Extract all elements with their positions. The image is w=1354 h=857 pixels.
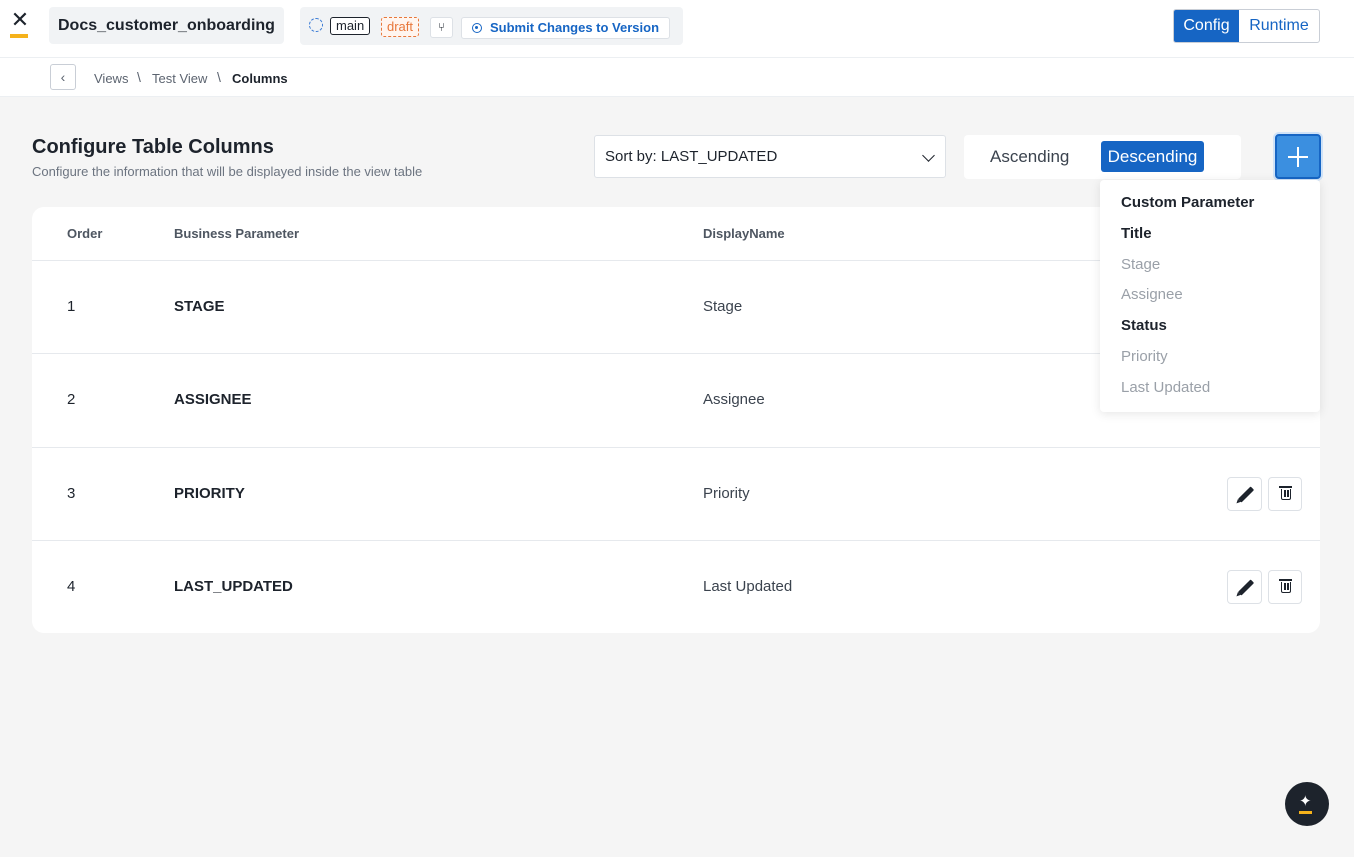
- back-button[interactable]: ‹: [50, 64, 76, 90]
- submit-changes-label: Submit Changes to Version: [490, 20, 660, 35]
- row-business-parameter: PRIORITY: [174, 485, 245, 502]
- breadcrumb: ‹ Views \ Test View \ Columns: [0, 58, 1354, 97]
- menu-item-last-updated: Last Updated: [1121, 379, 1211, 396]
- row-business-parameter: STAGE: [174, 298, 225, 315]
- row-order: 3: [67, 485, 76, 502]
- table-row: 4 LAST_UPDATED Last Updated: [32, 540, 1320, 633]
- row-business-parameter: LAST_UPDATED: [174, 578, 293, 595]
- pencil-icon: [1237, 579, 1255, 596]
- config-mode-button[interactable]: Config: [1174, 10, 1239, 42]
- header-display-name: DisplayName: [703, 226, 785, 241]
- app-name[interactable]: Docs_customer_onboarding: [49, 7, 284, 44]
- header-business-parameter: Business Parameter: [174, 226, 300, 241]
- page-subtitle: Configure the information that will be d…: [32, 164, 423, 179]
- runtime-mode-button[interactable]: Runtime: [1239, 10, 1319, 42]
- delete-column-button[interactable]: [1268, 477, 1302, 511]
- fab-accent-bar: [1299, 811, 1312, 814]
- table-row: 3 PRIORITY Priority: [32, 447, 1320, 540]
- ai-assistant-button[interactable]: ✦: [1285, 782, 1329, 826]
- app-logo-icon[interactable]: ✕: [10, 10, 30, 38]
- breadcrumb-columns: Columns: [232, 71, 288, 86]
- sort-by-value: Sort by: LAST_UPDATED: [605, 148, 778, 165]
- edit-column-button[interactable]: [1227, 477, 1262, 511]
- breadcrumb-test-view[interactable]: Test View: [152, 71, 207, 86]
- add-column-button[interactable]: [1275, 134, 1321, 179]
- row-order: 1: [67, 298, 76, 315]
- row-display-name: Assignee: [703, 391, 765, 408]
- version-group: main draft ⑂ Submit Changes to Version: [300, 7, 683, 45]
- radio-dot-icon: [472, 23, 482, 33]
- menu-item-assignee: Assignee: [1121, 286, 1183, 303]
- submit-changes-button[interactable]: Submit Changes to Version: [461, 17, 671, 39]
- row-display-name: Stage: [703, 298, 743, 315]
- row-display-name: Priority: [703, 485, 750, 502]
- row-order: 4: [67, 578, 76, 595]
- menu-item-title[interactable]: Title: [1121, 225, 1152, 242]
- branch-fork-icon[interactable]: ⑂: [430, 17, 453, 38]
- page-title: Configure Table Columns: [32, 136, 274, 158]
- sort-by-select[interactable]: Sort by: LAST_UPDATED: [594, 135, 946, 178]
- chevron-left-icon: ‹: [60, 69, 66, 85]
- menu-item-custom-parameter[interactable]: Custom Parameter: [1121, 194, 1254, 211]
- header-order: Order: [67, 226, 103, 241]
- menu-item-stage: Stage: [1121, 256, 1161, 273]
- mode-toggle: Config Runtime: [1173, 9, 1320, 43]
- branch-status-icon: [309, 18, 323, 32]
- breadcrumb-views[interactable]: Views: [94, 71, 128, 86]
- pencil-icon: [1237, 486, 1255, 503]
- menu-item-priority: Priority: [1121, 348, 1168, 365]
- draft-badge: draft: [381, 17, 420, 37]
- row-order: 2: [67, 391, 76, 408]
- add-column-menu: Custom Parameter Title Stage Assignee St…: [1100, 180, 1320, 412]
- top-bar: ✕ Docs_customer_onboarding main draft ⑂ …: [0, 0, 1354, 58]
- sort-order-toggle: Ascending Descending: [964, 135, 1241, 179]
- breadcrumb-separator: \: [137, 69, 141, 85]
- trash-icon: [1279, 579, 1292, 593]
- row-display-name: Last Updated: [703, 578, 793, 595]
- sparkle-icon: ✦: [1299, 792, 1312, 810]
- branch-badge[interactable]: main: [330, 17, 371, 35]
- delete-column-button[interactable]: [1268, 570, 1302, 604]
- row-business-parameter: ASSIGNEE: [174, 391, 252, 408]
- chevron-down-icon: [922, 149, 935, 162]
- trash-icon: [1279, 486, 1292, 500]
- menu-item-status[interactable]: Status: [1121, 317, 1167, 334]
- ascending-button[interactable]: Ascending: [990, 135, 1069, 179]
- descending-button[interactable]: Descending: [1101, 141, 1204, 172]
- breadcrumb-separator: \: [217, 69, 221, 85]
- edit-column-button[interactable]: [1227, 570, 1262, 604]
